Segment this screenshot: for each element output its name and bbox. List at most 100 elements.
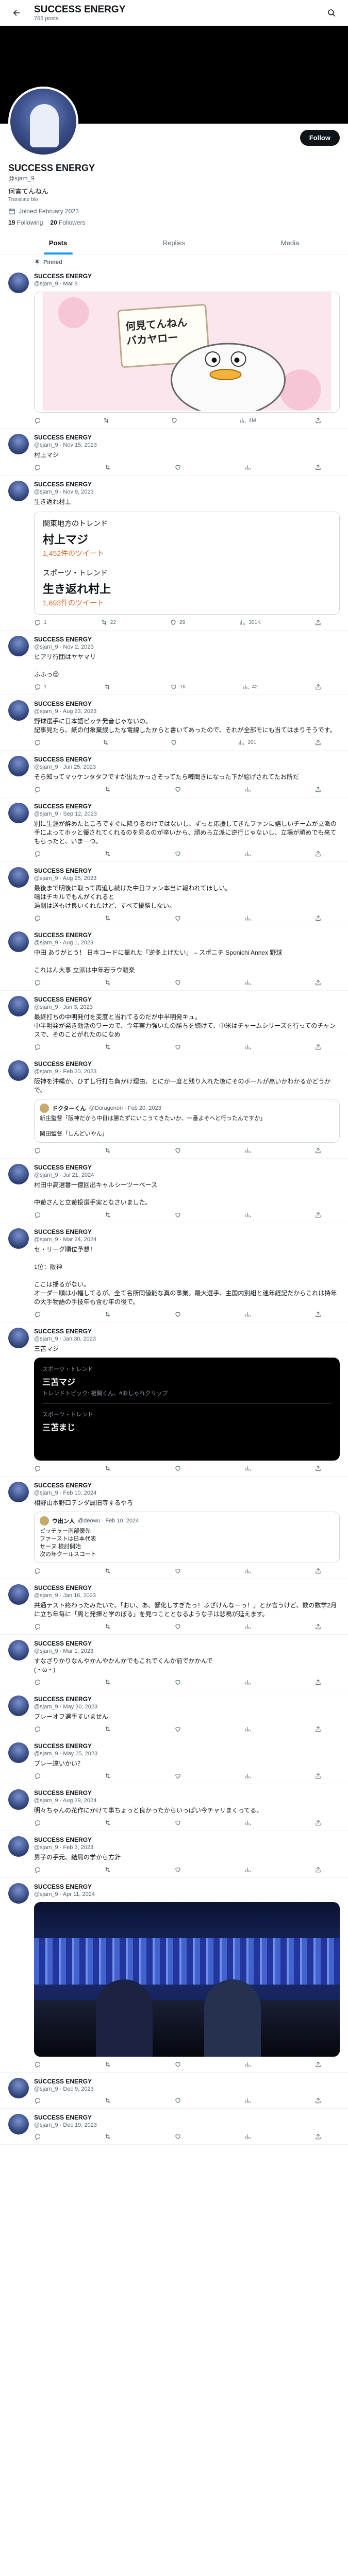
like-button[interactable] <box>174 1623 184 1630</box>
tweet[interactable]: SUCCESS ENERGY @sjam_9 · Nov 9, 2023 生き返れ村… <box>0 476 348 631</box>
tweet-author-name[interactable]: SUCCESS ENERGY <box>34 481 340 488</box>
tweet-avatar[interactable] <box>8 1584 29 1605</box>
share-button[interactable] <box>314 1725 324 1733</box>
tweet[interactable]: SUCCESS ENERGY @sjam_9 · Jan 30, 2023 三苫マジ… <box>0 1323 348 1477</box>
tweet-container[interactable]: SUCCESS ENERGY @sjam_9 · Nov 2, 2023 ヒアリ行団… <box>0 631 348 695</box>
tweet[interactable]: SUCCESS ENERGY @sjam_9 · Mar 8 何見てんねん バカヤロ… <box>0 267 348 429</box>
tweet-avatar[interactable] <box>8 1696 29 1716</box>
share-button[interactable] <box>314 2061 324 2068</box>
tweet-author-name[interactable]: SUCCESS ENERGY <box>34 1789 340 1797</box>
tweet-author-name[interactable]: SUCCESS ENERGY <box>34 803 340 810</box>
tweet-avatar[interactable] <box>8 1789 29 1810</box>
reply-button[interactable] <box>34 1623 44 1630</box>
like-button[interactable] <box>174 1725 184 1733</box>
tab-replies[interactable]: Replies <box>116 231 232 255</box>
repost-button[interactable] <box>104 1311 114 1318</box>
views-button[interactable] <box>244 1465 254 1472</box>
tweet-container[interactable]: SUCCESS ENERGY @sjam_9 · Feb 20, 2023 阪神を沖… <box>0 1055 348 1159</box>
like-button[interactable] <box>174 2061 184 2068</box>
tweet-container[interactable]: SUCCESS ENERGY @sjam_9 · Aug 23, 2023 野球選手… <box>0 695 348 751</box>
tweet[interactable]: SUCCESS ENERGY @sjam_9 · Aug 1, 2023 中田 あり… <box>0 926 348 991</box>
reply-button[interactable] <box>34 2133 44 2140</box>
like-button[interactable] <box>174 1819 184 1826</box>
tweet-author-name[interactable]: SUCCESS ENERGY <box>34 1584 340 1592</box>
tweet-avatar[interactable] <box>8 1482 29 1502</box>
reply-button[interactable] <box>34 1725 44 1733</box>
like-button[interactable] <box>174 1567 184 1574</box>
tab-posts[interactable]: Posts <box>0 231 116 255</box>
tweet-media-photo[interactable] <box>34 1902 340 2057</box>
repost-button[interactable] <box>104 786 114 793</box>
like-button[interactable] <box>174 2133 184 2140</box>
views-button[interactable] <box>244 2061 254 2068</box>
tweet-container[interactable]: SUCCESS ENERGY @sjam_9 · Feb 3, 2023 男子の手元… <box>0 1831 348 1878</box>
views-button[interactable] <box>244 1211 254 1218</box>
tweet-avatar[interactable] <box>8 1883 29 1904</box>
tweet-author-name[interactable]: SUCCESS ENERGY <box>34 2078 340 2086</box>
share-button[interactable] <box>314 1567 324 1574</box>
repost-button[interactable] <box>104 1211 114 1218</box>
tweet-container[interactable]: SUCCESS ENERGY @sjam_9 · May 25, 2023 プレー違… <box>0 1737 348 1784</box>
tweet[interactable]: SUCCESS ENERGY @sjam_9 · May 30, 2023 プレーオ… <box>0 1690 348 1737</box>
share-button[interactable] <box>314 739 324 746</box>
views-button[interactable]: 201 <box>238 739 256 746</box>
views-button[interactable]: 301K <box>239 619 261 626</box>
views-button[interactable] <box>244 786 254 793</box>
share-button[interactable] <box>314 2133 324 2140</box>
views-button[interactable] <box>244 1772 254 1780</box>
tweet-avatar[interactable] <box>8 1328 29 1348</box>
views-button[interactable] <box>244 1623 254 1630</box>
repost-button[interactable]: 22 <box>101 619 116 626</box>
tweet-author-name[interactable]: SUCCESS ENERGY <box>34 2114 340 2122</box>
tweet-container[interactable]: SUCCESS ENERGY @sjam_9 · Dec 9, 2023 <box>0 2073 348 2109</box>
like-button[interactable] <box>174 1211 184 1218</box>
tweet[interactable]: SUCCESS ENERGY @sjam_9 · Feb 3, 2023 男子の手元… <box>0 1831 348 1878</box>
tweet-author-name[interactable]: SUCCESS ENERGY <box>34 1640 340 1648</box>
tweet[interactable]: SUCCESS ENERGY @sjam_9 · Mar 1, 2023 すなざりか… <box>0 1635 348 1690</box>
repost-button[interactable] <box>104 850 114 857</box>
share-button[interactable] <box>314 2097 324 2104</box>
tweet-avatar[interactable] <box>8 700 29 721</box>
followers-link[interactable]: 20 Followers <box>50 219 85 226</box>
repost-button[interactable] <box>104 1623 114 1630</box>
reply-button[interactable] <box>34 2061 44 2068</box>
repost-button[interactable] <box>104 464 114 471</box>
tweet[interactable]: SUCCESS ENERGY @sjam_9 · May 25, 2023 プレー違… <box>0 1737 348 1784</box>
repost-button[interactable] <box>104 979 114 986</box>
views-button[interactable] <box>244 1043 254 1050</box>
tweet-avatar[interactable] <box>8 1836 29 1857</box>
tweet-container[interactable]: SUCCESS ENERGY @sjam_9 · Jul 21, 2024 村田中高… <box>0 1159 348 1223</box>
views-button[interactable] <box>244 464 254 471</box>
tweet-container[interactable]: SUCCESS ENERGY @sjam_9 · Sep 12, 2023 別に生涯… <box>0 798 348 862</box>
tweet-author-name[interactable]: SUCCESS ENERGY <box>34 1328 340 1335</box>
tweet-avatar[interactable] <box>8 803 29 823</box>
tweet-container[interactable]: Pinned SUCCESS ENERGY @sjam_9 · Mar 8 何見てんね… <box>0 255 348 429</box>
views-button[interactable]: 42 <box>242 683 258 690</box>
share-button[interactable] <box>314 619 324 626</box>
tweet[interactable]: SUCCESS ENERGY @sjam_9 · Nov 2, 2023 ヒアリ行団… <box>0 631 348 695</box>
share-button[interactable] <box>314 1311 324 1318</box>
back-button[interactable] <box>8 5 25 21</box>
share-button[interactable] <box>314 1866 324 1873</box>
views-button[interactable] <box>244 1311 254 1318</box>
views-button[interactable] <box>244 1819 254 1826</box>
tweet-author-name[interactable]: SUCCESS ENERGY <box>34 273 340 280</box>
tweet-container[interactable]: SUCCESS ENERGY @sjam_9 · Jan 30, 2023 三苫マジ… <box>0 1323 348 1477</box>
views-button[interactable]: 4M <box>239 417 256 424</box>
follow-button[interactable]: Follow <box>300 130 340 146</box>
tweet-author-name[interactable]: SUCCESS ENERGY <box>34 1742 340 1750</box>
tweet[interactable]: SUCCESS ENERGY @sjam_9 · Jun 25, 2023 そら知っ… <box>0 751 348 798</box>
search-button[interactable] <box>323 5 340 21</box>
share-button[interactable] <box>314 1465 324 1472</box>
reply-button[interactable] <box>34 464 44 471</box>
repost-button[interactable] <box>104 1725 114 1733</box>
trend-screenshot-card[interactable]: 関東地方のトレンド 村上マジ 1,452件のツイート スポーツ・トレンド 生き返れ村上 1… <box>34 512 340 615</box>
views-button[interactable] <box>244 2133 254 2140</box>
tweet-author-name[interactable]: SUCCESS ENERGY <box>34 756 340 764</box>
tweet[interactable]: SUCCESS ENERGY @sjam_9 · Dec 19, 2023 <box>0 2109 348 2145</box>
reply-button[interactable] <box>34 850 44 857</box>
share-button[interactable] <box>314 1772 324 1780</box>
tweet-author-name[interactable]: SUCCESS ENERGY <box>34 1060 340 1068</box>
share-button[interactable] <box>314 1623 324 1630</box>
following-link[interactable]: 19 Following <box>8 219 43 226</box>
